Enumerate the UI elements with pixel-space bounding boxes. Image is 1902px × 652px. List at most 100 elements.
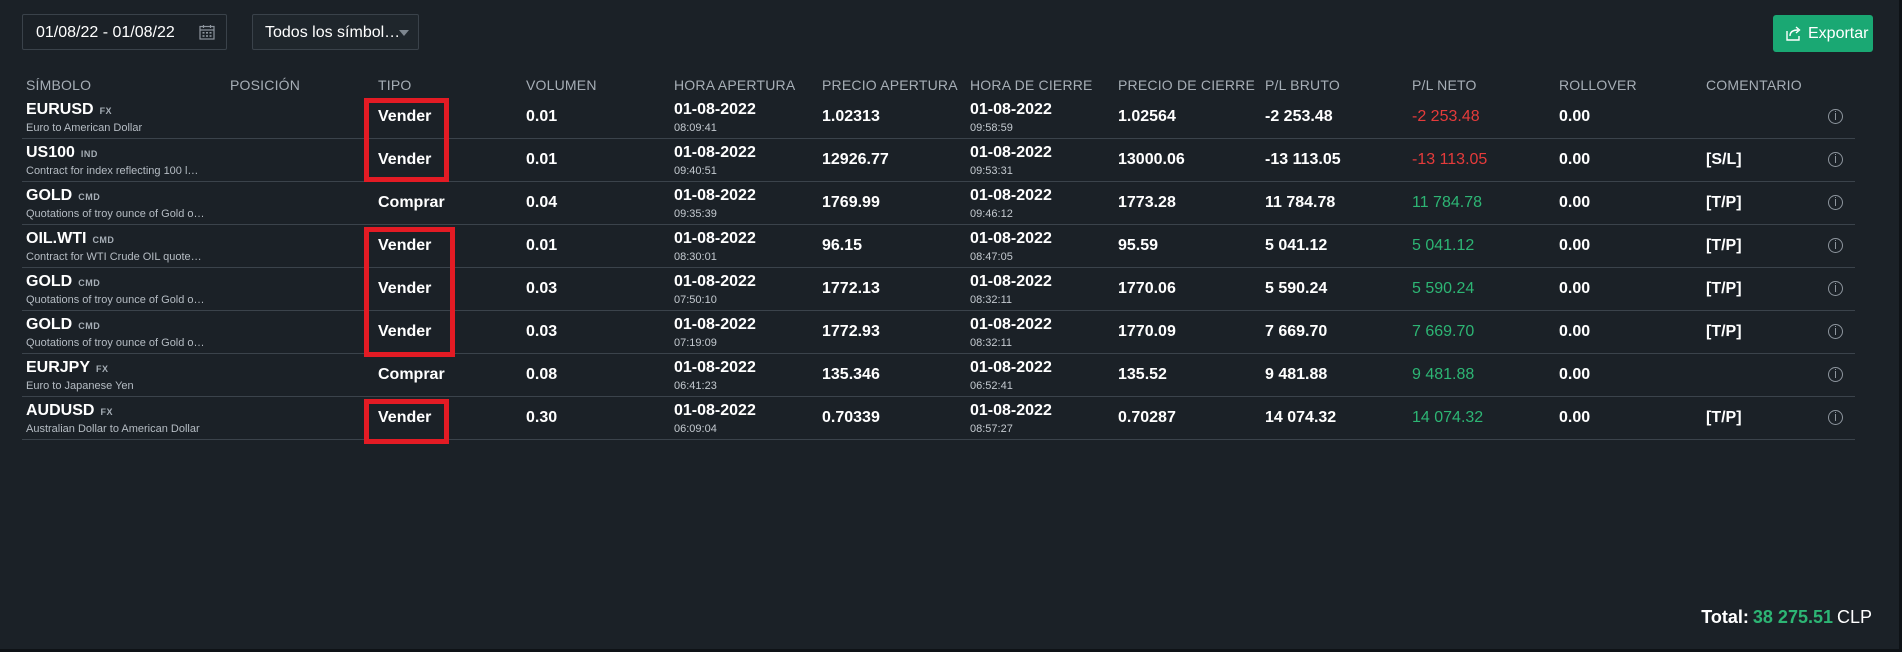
volume-cell: 0.01 (526, 237, 558, 254)
volume-cell: 0.04 (526, 194, 558, 211)
info-icon[interactable] (1828, 109, 1843, 124)
col-header[interactable]: SÍMBOLO (22, 74, 226, 96)
open-time-cell: 01-08-2022 07:19:09 (670, 311, 818, 354)
table-header: SÍMBOLO POSICIÓN TIPO VOLUMEN HORA APERT… (22, 74, 1855, 96)
info-cell (1824, 268, 1855, 311)
open-time: 08:30:01 (674, 250, 717, 263)
info-icon[interactable] (1828, 367, 1843, 382)
close-time-cell: 01-08-2022 06:52:41 (966, 354, 1114, 397)
open-price-cell: 1.02313 (822, 108, 880, 125)
info-icon[interactable] (1828, 410, 1843, 425)
symbol-tag: CMD (92, 234, 115, 245)
col-header[interactable]: ROLLOVER (1555, 74, 1702, 96)
toolbar: 01/08/22 - 01/08/22 Todos los símbol… Ex… (22, 14, 1873, 52)
table-row[interactable]: OIL.WTI CMD Contract for WTI Crude OIL quo… (22, 225, 1855, 268)
close-price-cell: 135.52 (1118, 366, 1167, 383)
table-row[interactable]: EURJPY FX Euro to Japanese Yen Comprar 0.08 0… (22, 354, 1855, 397)
close-time: 09:46:12 (970, 207, 1013, 220)
pl-gross-cell: 11 784.78 (1265, 194, 1336, 211)
open-price-cell: 135.346 (822, 366, 880, 383)
close-time-cell: 01-08-2022 09:58:59 (966, 96, 1114, 139)
info-cell (1824, 397, 1855, 440)
rollover-cell: 0.00 (1559, 280, 1591, 297)
col-header[interactable]: POSICIÓN (226, 74, 374, 96)
table-row[interactable]: US100 IND Contract for index reflecting 10… (22, 139, 1855, 182)
close-time: 09:58:59 (970, 121, 1013, 134)
info-icon[interactable] (1828, 324, 1843, 339)
comment-cell: [T/P] (1706, 409, 1742, 426)
close-date: 01-08-2022 (970, 143, 1052, 161)
close-date: 01-08-2022 (970, 315, 1052, 333)
close-time: 09:53:31 (970, 164, 1013, 177)
open-date: 01-08-2022 (674, 186, 756, 204)
symbol-description: Quotations of troy ounce of Gold o… (26, 336, 205, 349)
col-header[interactable]: TIPO (374, 74, 522, 96)
col-header[interactable]: P/L BRUTO (1261, 74, 1408, 96)
open-price-cell: 12926.77 (822, 151, 889, 168)
pl-net-cell: -13 113.05 (1412, 151, 1488, 168)
open-time-cell: 01-08-2022 06:09:04 (670, 397, 818, 440)
open-price-cell: 0.70339 (822, 409, 880, 426)
close-date: 01-08-2022 (970, 229, 1052, 247)
info-icon[interactable] (1828, 152, 1843, 167)
col-header[interactable]: HORA DE CIERRE (966, 74, 1114, 96)
col-header[interactable]: PRECIO DE CIERRE (1114, 74, 1261, 96)
table-row[interactable]: GOLD CMD Quotations of troy ounce of Gold … (22, 268, 1855, 311)
close-time-cell: 01-08-2022 09:53:31 (966, 139, 1114, 182)
highlight-box (364, 399, 449, 444)
open-time: 09:35:39 (674, 207, 717, 220)
close-time: 08:32:11 (970, 293, 1013, 306)
position-cell (226, 268, 374, 311)
symbol-tag: FX (100, 406, 113, 417)
pl-net-cell: 9 481.88 (1412, 366, 1475, 383)
pl-net-cell: 7 669.70 (1412, 323, 1475, 340)
symbol-cell: GOLD CMD Quotations of troy ounce of Gold … (22, 268, 226, 311)
close-price-cell: 95.59 (1118, 237, 1159, 254)
open-price-cell: 1769.99 (822, 194, 880, 211)
symbol-name: OIL.WTI (26, 229, 87, 247)
total-summary: Total: 38 275.51 CLP (1701, 607, 1872, 628)
info-icon[interactable] (1828, 195, 1843, 210)
close-price-cell: 1770.06 (1118, 280, 1176, 297)
col-header[interactable]: HORA APERTURA (670, 74, 818, 96)
calendar-icon[interactable] (199, 24, 215, 40)
col-header[interactable]: VOLUMEN (522, 74, 670, 96)
open-time-cell: 01-08-2022 08:30:01 (670, 225, 818, 268)
symbol-name: EURJPY (26, 358, 91, 376)
info-icon[interactable] (1828, 238, 1843, 253)
open-date: 01-08-2022 (674, 100, 756, 118)
rollover-cell: 0.00 (1559, 237, 1591, 254)
rollover-cell: 0.00 (1559, 151, 1591, 168)
close-time-cell: 01-08-2022 08:32:11 (966, 311, 1114, 354)
position-cell (226, 139, 374, 182)
table-row[interactable]: EURUSD FX Euro to American Dollar Vender 0.0… (22, 96, 1855, 139)
symbol-filter-select[interactable]: Todos los símbol… (252, 14, 419, 50)
info-icon[interactable] (1828, 281, 1843, 296)
export-button[interactable]: Exportar (1773, 15, 1873, 52)
open-price-cell: 1772.13 (822, 280, 880, 297)
table-row[interactable]: GOLD CMD Quotations of troy ounce of Gold … (22, 182, 1855, 225)
close-price-cell: 13000.06 (1118, 151, 1185, 168)
table-row[interactable]: GOLD CMD Quotations of troy ounce of Gold … (22, 311, 1855, 354)
col-header[interactable]: COMENTARIO (1702, 74, 1824, 96)
comment-cell: [T/P] (1706, 280, 1742, 297)
symbol-cell: EURUSD FX Euro to American Dollar (22, 96, 226, 139)
symbol-tag: CMD (78, 277, 101, 288)
symbol-name: GOLD (26, 186, 73, 204)
open-time: 06:09:04 (674, 422, 717, 435)
type-cell: Comprar (378, 194, 445, 211)
comment-cell: [T/P] (1706, 323, 1742, 340)
close-price-cell: 1.02564 (1118, 108, 1176, 125)
symbol-description: Quotations of troy ounce of Gold o… (26, 207, 205, 220)
date-range-input[interactable]: 01/08/22 - 01/08/22 (22, 14, 227, 50)
open-date: 01-08-2022 (674, 229, 756, 247)
col-header[interactable]: PRECIO APERTURA (818, 74, 966, 96)
history-table: SÍMBOLO POSICIÓN TIPO VOLUMEN HORA APERT… (22, 74, 1855, 440)
table-row[interactable]: AUDUSD FX Australian Dollar to American Do… (22, 397, 1855, 440)
symbol-name: GOLD (26, 272, 73, 290)
close-time-cell: 01-08-2022 09:46:12 (966, 182, 1114, 225)
symbol-cell: GOLD CMD Quotations of troy ounce of Gold … (22, 182, 226, 225)
open-time: 08:09:41 (674, 121, 717, 134)
symbol-cell: OIL.WTI CMD Contract for WTI Crude OIL quo… (22, 225, 226, 268)
col-header[interactable]: P/L NETO (1408, 74, 1555, 96)
